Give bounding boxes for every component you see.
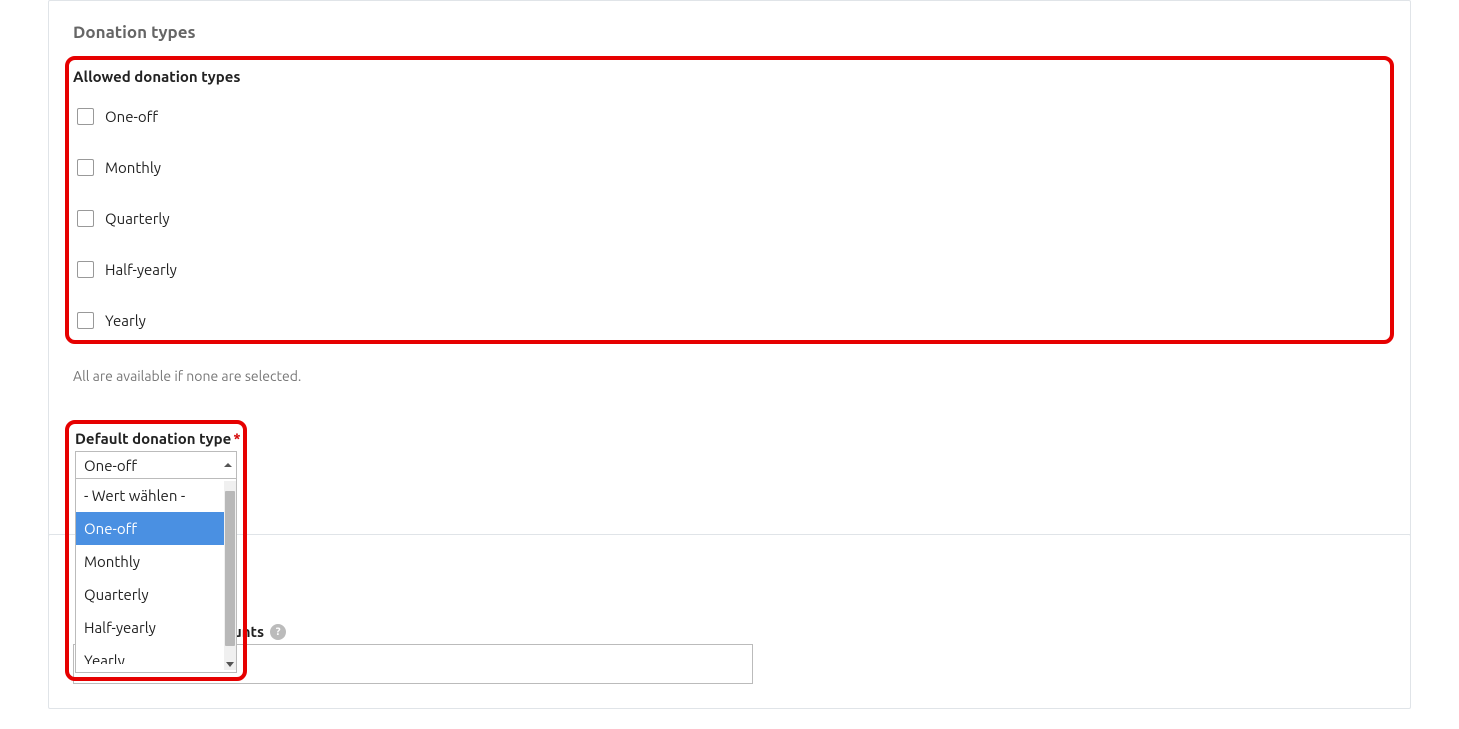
checkbox-label-half-yearly[interactable]: Half-yearly: [105, 261, 177, 278]
checkbox-row-half-yearly: Half-yearly: [73, 244, 1382, 295]
dropdown-option-half-yearly[interactable]: Half-yearly: [76, 611, 224, 644]
panel-title: Donation types: [49, 1, 1410, 52]
checkbox-label-yearly[interactable]: Yearly: [105, 312, 146, 329]
dropdown-option-placeholder[interactable]: - Wert wählen -: [76, 479, 224, 512]
checkbox-quarterly[interactable]: [77, 210, 94, 227]
default-type-select-value: One-off: [84, 457, 137, 474]
required-marker: *: [233, 430, 240, 447]
checkbox-row-quarterly: Quarterly: [73, 193, 1382, 244]
checkbox-yearly[interactable]: [77, 312, 94, 329]
default-type-dropdown: - Wert wählen - One-off Monthly Quarterl…: [75, 479, 237, 673]
allowed-types-label: Allowed donation types: [73, 68, 1382, 85]
default-type-label-text: Default donation type: [75, 430, 231, 447]
allowed-types-checkbox-list: One-off Monthly Quarterly Half-yearly: [73, 91, 1382, 332]
allowed-types-highlight: Allowed donation types One-off Monthly Q…: [65, 56, 1394, 344]
checkbox-half-yearly[interactable]: [77, 261, 94, 278]
dropdown-option-quarterly[interactable]: Quarterly: [76, 578, 224, 611]
default-type-select[interactable]: One-off: [75, 451, 237, 479]
allowed-types-help: All are available if none are selected.: [73, 368, 1386, 384]
checkbox-row-monthly: Monthly: [73, 142, 1382, 193]
checkbox-row-one-off: One-off: [73, 91, 1382, 142]
dropdown-option-monthly[interactable]: Monthly: [76, 545, 224, 578]
dropdown-scroll-thumb[interactable]: [225, 491, 235, 646]
default-type-highlight: Default donation type* One-off - Wert wä…: [65, 420, 247, 681]
checkbox-label-one-off[interactable]: One-off: [105, 108, 158, 125]
checkbox-monthly[interactable]: [77, 159, 94, 176]
checkbox-label-monthly[interactable]: Monthly: [105, 159, 161, 176]
chevron-down-icon[interactable]: [226, 662, 234, 667]
donation-types-panel: Donation types Allowed donation types On…: [48, 0, 1411, 706]
dropdown-option-yearly[interactable]: Yearly: [76, 644, 224, 664]
checkbox-row-yearly: Yearly: [73, 295, 1382, 332]
chevron-up-icon: [224, 463, 232, 467]
dropdown-scrollbar[interactable]: [224, 481, 236, 670]
checkbox-label-quarterly[interactable]: Quarterly: [105, 210, 170, 227]
checkbox-one-off[interactable]: [77, 108, 94, 125]
default-type-label: Default donation type*: [75, 430, 237, 447]
dropdown-option-one-off[interactable]: One-off: [76, 512, 224, 545]
